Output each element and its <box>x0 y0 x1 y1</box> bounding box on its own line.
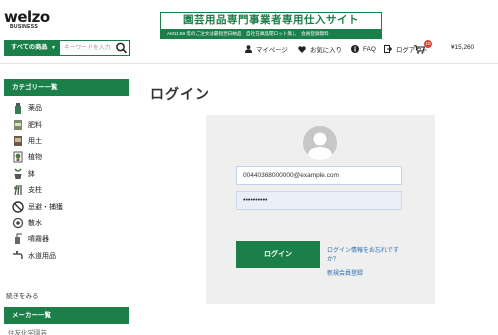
search-category-select[interactable]: すべての商品 ▼ <box>5 41 60 55</box>
category-label: 植物 <box>28 154 42 162</box>
faq-label: FAQ <box>363 45 376 53</box>
banner-title: 園芸用品専門事業者専用仕入サイト <box>161 13 381 28</box>
cart-icon <box>414 44 425 54</box>
no-pest-icon <box>12 200 24 213</box>
heart-icon <box>298 45 306 53</box>
category-label: 支柱 <box>28 187 42 195</box>
category-heading: カテゴリー一覧 <box>4 79 129 96</box>
mypage-label: マイページ <box>256 46 288 54</box>
logo-text: welzo <box>4 8 50 26</box>
banner-strip: AM11:59 迄のご注文は最短翌日納品 自社在庫品閉ロット無し 会員登録無料 <box>161 29 381 38</box>
login-panel: ログイン ログイン情報をお忘れですか？ 新規会員登録 <box>206 115 435 304</box>
stake-icon <box>14 185 22 196</box>
category-item-plumbing[interactable]: 水道用品 <box>4 248 129 264</box>
category-label: 薬品 <box>28 105 42 113</box>
category-label: 用土 <box>28 137 42 145</box>
info-icon <box>351 45 359 53</box>
category-label: 噴霧器 <box>28 236 49 244</box>
user-avatar-icon <box>307 132 333 160</box>
search-category-label: すべての商品 <box>11 44 48 51</box>
hose-reel-icon <box>12 217 24 229</box>
category-label: 肥料 <box>28 121 42 129</box>
category-label: 忌避・捕獲 <box>28 203 63 211</box>
search-bar: すべての商品 ▼ <box>4 40 130 56</box>
faucet-icon <box>13 250 23 259</box>
sprayer-icon <box>15 233 22 245</box>
fertilizer-bag-icon <box>14 119 22 130</box>
category-item-plants[interactable]: 植物 <box>4 149 129 165</box>
spray-bottle-icon <box>15 103 21 115</box>
category-label: 水道用品 <box>28 252 56 260</box>
user-icon <box>245 45 252 53</box>
category-item-chemicals[interactable]: 薬品 <box>4 100 129 116</box>
pot-icon <box>14 168 22 179</box>
cart-count-badge: 10 <box>424 40 432 48</box>
promo-banner: 園芸用品専門事業者専用仕入サイト AM11:59 迄のご注文は最短翌日納品 自社… <box>160 12 382 39</box>
site-header: welzo BUSINESS 園芸用品専門事業者専用仕入サイト AM11:59 … <box>0 0 498 64</box>
favorites-label: お気に入り <box>310 46 342 54</box>
category-item-pest-control[interactable]: 忌避・捕獲 <box>4 198 129 214</box>
email-field[interactable] <box>236 166 402 185</box>
category-label: 鉢 <box>28 170 35 178</box>
category-item-stakes[interactable]: 支柱 <box>4 182 129 198</box>
avatar <box>303 126 337 160</box>
site-logo[interactable]: welzo BUSINESS <box>4 8 50 31</box>
maker-heading: メーカー一覧 <box>4 307 129 324</box>
login-button[interactable]: ログイン <box>236 241 320 268</box>
category-item-sprayers[interactable]: 噴霧器 <box>4 231 129 247</box>
favorites-link[interactable]: お気に入り <box>298 44 342 54</box>
faq-link[interactable]: FAQ <box>351 44 376 54</box>
more-categories-link[interactable]: 続きをみる <box>6 290 39 300</box>
maker-list-item[interactable]: 住友化学園芸 <box>8 327 47 335</box>
search-input[interactable] <box>61 41 113 55</box>
password-field[interactable] <box>236 191 402 210</box>
soil-bag-icon <box>14 135 22 146</box>
search-icon[interactable] <box>115 42 128 54</box>
cart-total: ¥15,260 <box>451 44 475 51</box>
category-item-watering[interactable]: 散水 <box>4 215 129 231</box>
category-label: 散水 <box>28 219 42 227</box>
mypage-link[interactable]: マイページ <box>245 44 288 54</box>
forgot-password-link[interactable]: ログイン情報をお忘れですか？ <box>327 247 399 265</box>
category-item-pots[interactable]: 鉢 <box>4 166 129 182</box>
chevron-down-icon: ▼ <box>51 45 56 51</box>
logout-icon <box>384 45 392 53</box>
category-item-soil[interactable]: 用土 <box>4 133 129 149</box>
page-title: ログイン <box>150 86 210 102</box>
potted-plant-icon <box>13 151 23 163</box>
register-link[interactable]: 新規会員登録 <box>327 268 363 277</box>
header-divider <box>0 63 498 64</box>
category-item-fertilizer[interactable]: 肥料 <box>4 116 129 132</box>
category-list: 薬品 肥料 用土 植物 鉢 支柱 忌避・捕獲 散水 噴霧器 水道用品 <box>4 100 129 264</box>
